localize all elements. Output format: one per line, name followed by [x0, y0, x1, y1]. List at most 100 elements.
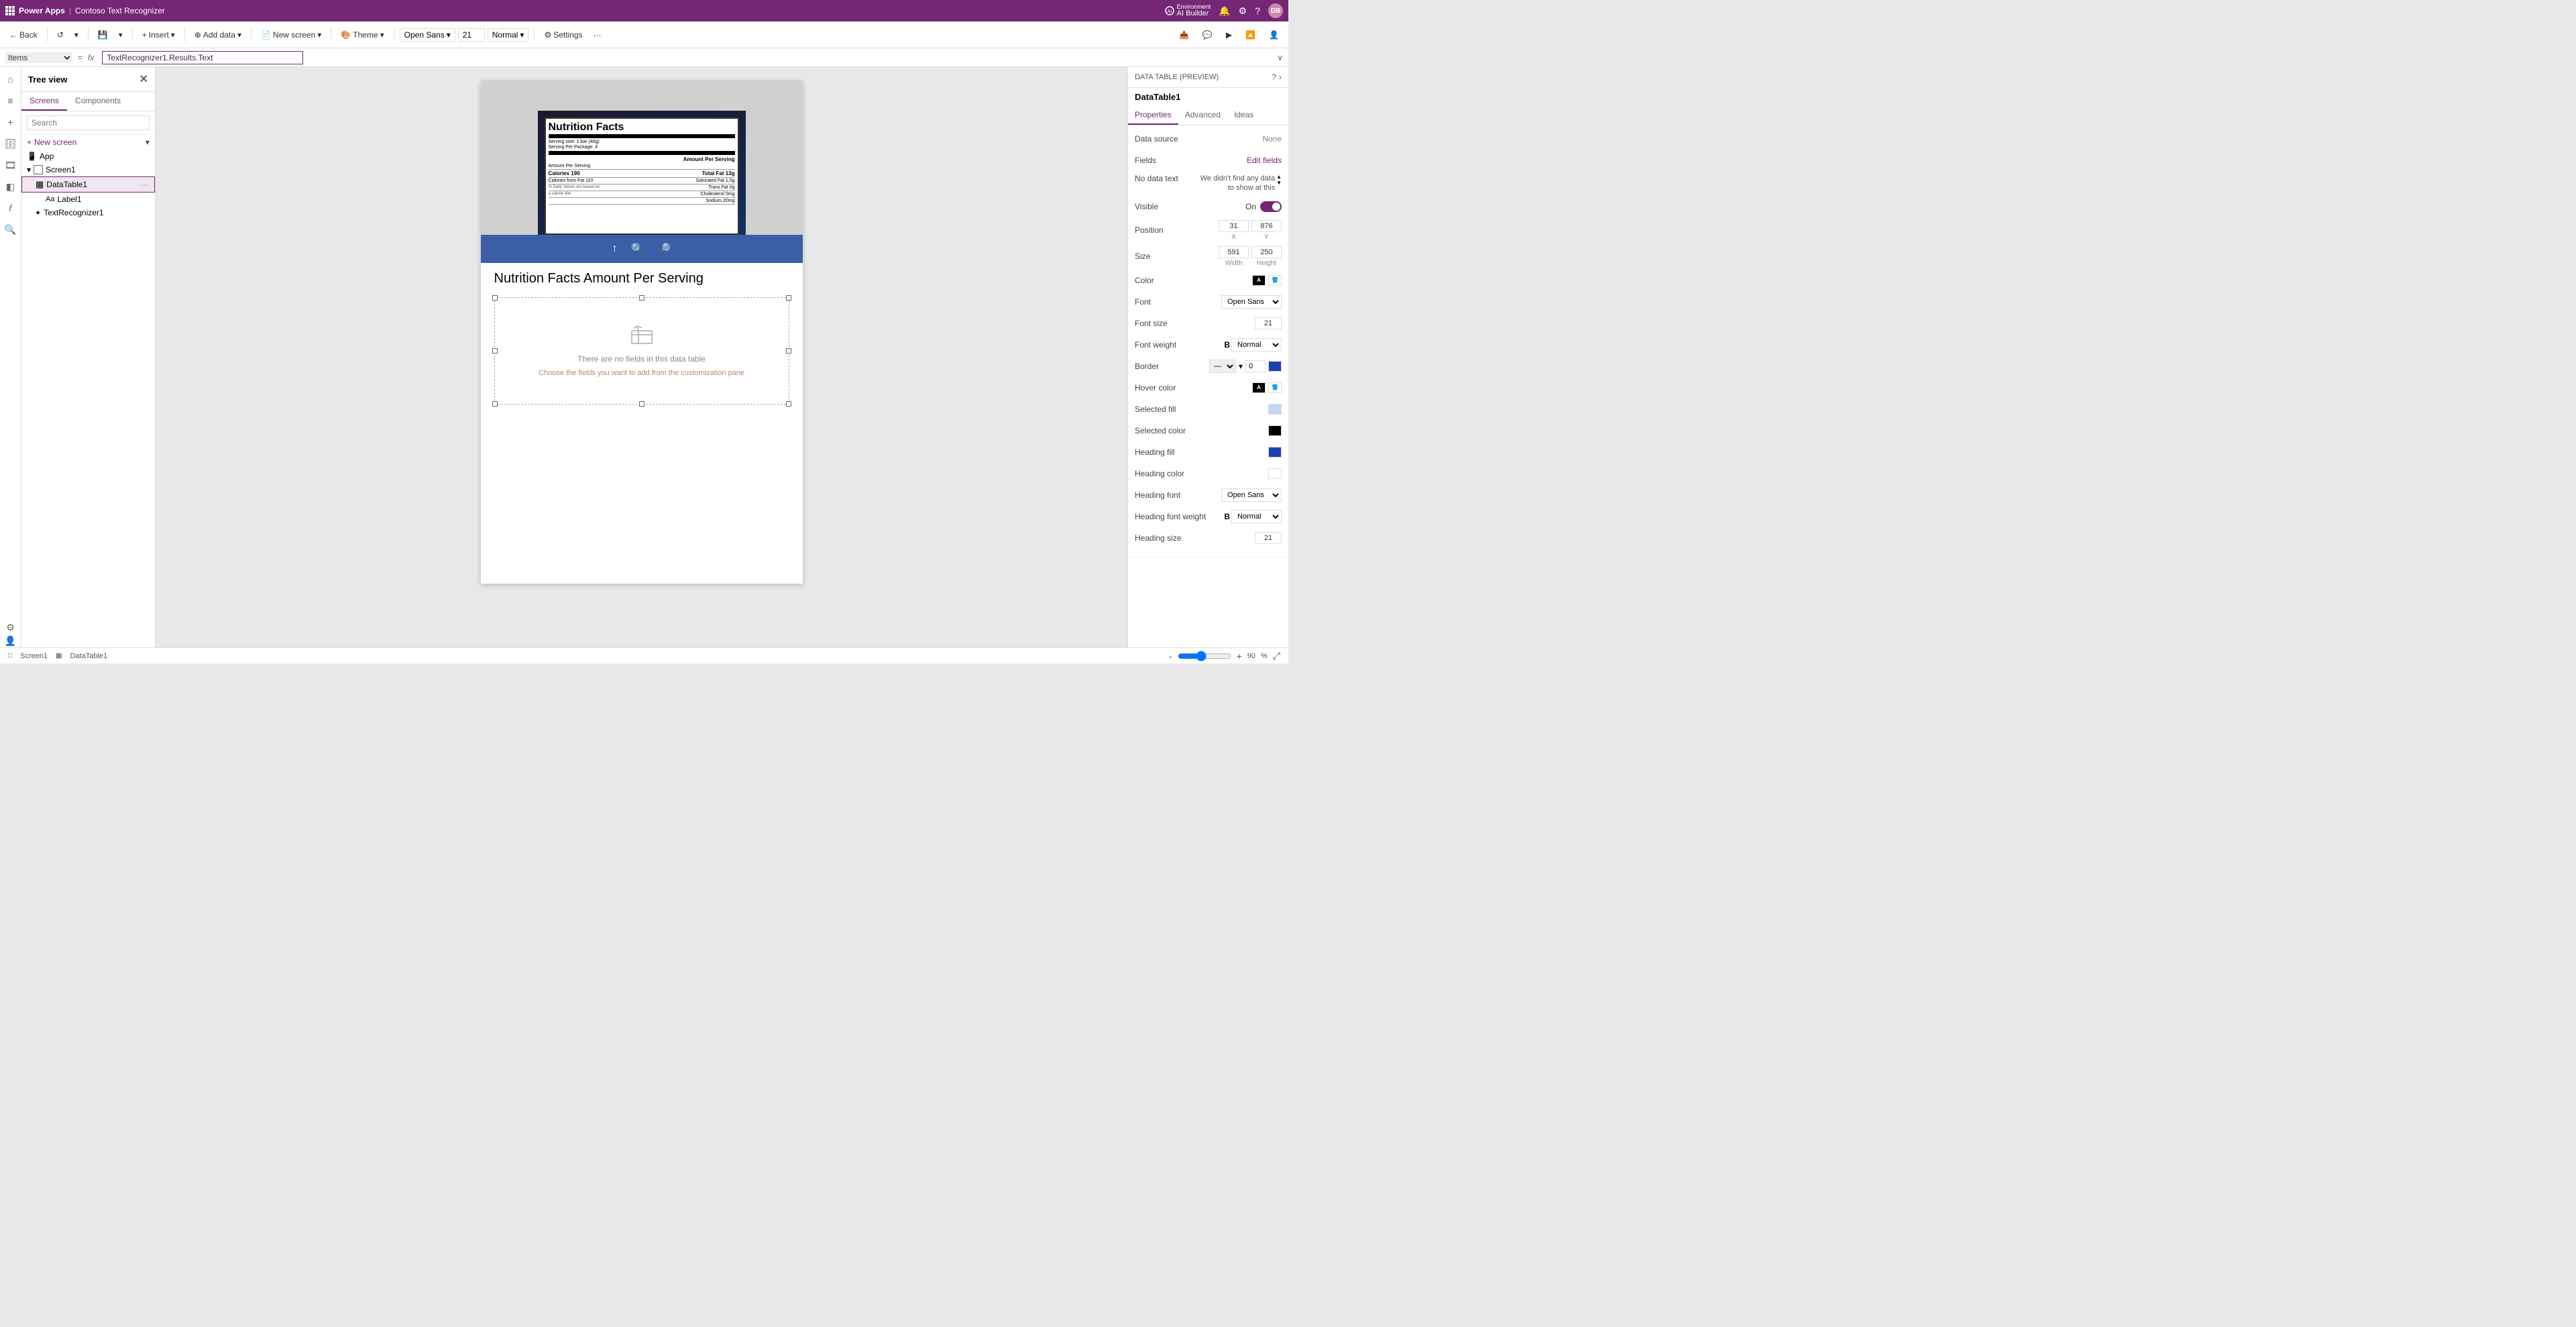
- tree-item-label1[interactable]: Aa Label1: [21, 193, 155, 206]
- image-container: Nutrition Facts Serving size: 1 bar (40g…: [481, 81, 803, 235]
- scroll-up[interactable]: ▲: [1276, 174, 1282, 180]
- save-button[interactable]: 💾: [94, 28, 112, 42]
- resize-handle-tm[interactable]: [639, 295, 645, 301]
- new-screen-button[interactable]: 📄 New screen ▾: [257, 28, 325, 42]
- formula-chevron[interactable]: ∨: [1277, 53, 1283, 62]
- zoom-plus-button[interactable]: +: [1237, 651, 1242, 661]
- width-input[interactable]: [1219, 246, 1249, 258]
- new-screen-tree-button[interactable]: + New screen ▾: [21, 135, 155, 150]
- user-icon[interactable]: 👤: [1265, 28, 1283, 42]
- grid-icon[interactable]: [5, 6, 15, 15]
- tree-item-textrecognizer1[interactable]: ✦ TextRecognizer1: [21, 206, 155, 219]
- rp-row-visible: Visible On: [1135, 199, 1282, 215]
- pos-y-input[interactable]: [1251, 220, 1282, 232]
- home-icon[interactable]: ⌂: [4, 72, 17, 86]
- zoom-in-icon[interactable]: 🔎: [658, 242, 671, 256]
- tree-icon[interactable]: ≡: [4, 94, 17, 107]
- undo-dropdown[interactable]: ▾: [70, 28, 82, 42]
- rp-tab-ideas[interactable]: Ideas: [1227, 106, 1260, 125]
- tree-item-screen1[interactable]: ▾ Screen1: [21, 163, 155, 176]
- zoom-slider[interactable]: [1178, 651, 1231, 661]
- tree-close-icon[interactable]: ✕: [139, 72, 148, 86]
- border-style-select[interactable]: —: [1209, 360, 1236, 373]
- back-button[interactable]: ← Back: [5, 28, 42, 42]
- resize-handle-mr[interactable]: [786, 348, 791, 354]
- heading-size-input[interactable]: [1255, 532, 1282, 544]
- font-weight-select[interactable]: Normal: [1231, 338, 1282, 352]
- visible-toggle[interactable]: [1260, 201, 1282, 212]
- font-dropdown[interactable]: Open Sans ▾: [400, 28, 455, 42]
- heading-font-select[interactable]: Open Sans: [1221, 488, 1282, 502]
- no-data-scrollbar: ▲ ▼: [1276, 174, 1282, 186]
- size-label: Size: [1135, 252, 1188, 261]
- font-size-dropdown[interactable]: 21: [458, 28, 485, 42]
- add-data-button[interactable]: ⊕ Add data ▾: [190, 28, 245, 42]
- resize-handle-tr[interactable]: [786, 295, 791, 301]
- publish-icon[interactable]: 🔼: [1241, 28, 1259, 42]
- formula-sidebar-icon[interactable]: 𝑓: [4, 201, 17, 215]
- tree-item-app[interactable]: 📱 App: [21, 150, 155, 163]
- settings-icon[interactable]: ⚙: [1239, 5, 1247, 17]
- color-fill-swatch[interactable]: 🪣: [1268, 275, 1282, 286]
- color-text-swatch[interactable]: A: [1252, 275, 1266, 286]
- settings-sidebar-icon[interactable]: ⚙: [4, 621, 17, 634]
- border-width-input[interactable]: [1245, 360, 1266, 372]
- screen1-status-label[interactable]: Screen1: [20, 652, 48, 660]
- tree-item-datatable1[interactable]: ▦ DataTable1 ···: [21, 176, 155, 193]
- rp-help-icon[interactable]: ?: [1272, 72, 1276, 82]
- theme-button[interactable]: 🎨 Theme ▾: [337, 28, 388, 42]
- insert-button[interactable]: + Insert ▾: [138, 28, 179, 42]
- height-input[interactable]: [1251, 246, 1282, 258]
- selected-fill-swatch[interactable]: [1268, 404, 1282, 415]
- rp-tab-properties[interactable]: Properties: [1128, 106, 1178, 125]
- resize-handle-bm[interactable]: [639, 401, 645, 407]
- resize-handle-bl[interactable]: [492, 401, 498, 407]
- media-icon[interactable]: 🎞: [4, 158, 17, 172]
- resize-handle-br[interactable]: [786, 401, 791, 407]
- share-icon[interactable]: 📤: [1175, 28, 1193, 42]
- font-weight-dropdown[interactable]: Normal ▾: [488, 28, 529, 42]
- resize-handle-tl[interactable]: [492, 295, 498, 301]
- rp-expand-icon[interactable]: ›: [1279, 72, 1282, 82]
- pos-x-input[interactable]: [1219, 220, 1249, 232]
- preview-icon[interactable]: ▶: [1222, 28, 1236, 42]
- search-sidebar-icon[interactable]: 🔍: [4, 223, 17, 236]
- heading-weight-select[interactable]: Normal: [1231, 510, 1282, 523]
- hover-fill-swatch[interactable]: 🪣: [1268, 382, 1282, 393]
- heading-color-swatch[interactable]: [1268, 468, 1282, 479]
- avatar[interactable]: DB: [1268, 3, 1283, 18]
- font-select[interactable]: Open Sans: [1221, 295, 1282, 309]
- data-table-empty[interactable]: There are no fields in this data table C…: [494, 297, 789, 405]
- insert-sidebar-icon[interactable]: +: [4, 115, 17, 129]
- user-sidebar-icon[interactable]: 👤: [4, 634, 17, 647]
- help-icon[interactable]: ?: [1255, 5, 1260, 16]
- data-icon[interactable]: 🗄: [4, 137, 17, 150]
- save-dropdown[interactable]: ▾: [115, 28, 127, 42]
- datatable1-status-label[interactable]: DataTable1: [70, 652, 107, 660]
- components-icon[interactable]: ◧: [4, 180, 17, 193]
- more-button[interactable]: ···: [590, 28, 606, 42]
- search-input[interactable]: [27, 115, 150, 130]
- zoom-minus-button[interactable]: -: [1169, 651, 1172, 661]
- tab-screens[interactable]: Screens: [21, 92, 67, 111]
- undo-button[interactable]: ↺: [53, 28, 68, 42]
- notification-icon[interactable]: 🔔: [1219, 5, 1230, 17]
- datatable-ellipsis[interactable]: ···: [139, 179, 149, 190]
- tab-components[interactable]: Components: [67, 92, 129, 111]
- formula-select[interactable]: Items: [5, 52, 72, 63]
- settings-button[interactable]: ⚙ Settings: [540, 28, 586, 42]
- zoom-fit-icon[interactable]: 🔍: [631, 242, 645, 256]
- border-color-swatch[interactable]: [1268, 361, 1282, 372]
- rp-tab-advanced[interactable]: Advanced: [1178, 106, 1227, 125]
- upload-icon[interactable]: ↑: [612, 243, 618, 255]
- selected-color-swatch[interactable]: [1268, 425, 1282, 436]
- heading-fill-swatch[interactable]: [1268, 447, 1282, 458]
- resize-handle-ml[interactable]: [492, 348, 498, 354]
- expand-button[interactable]: ⤢: [1273, 650, 1280, 661]
- scroll-down[interactable]: ▼: [1276, 180, 1282, 186]
- comment-icon[interactable]: 💬: [1198, 28, 1217, 42]
- hover-text-swatch[interactable]: A: [1252, 382, 1266, 393]
- font-size-input[interactable]: [1255, 317, 1282, 329]
- formula-input[interactable]: [102, 51, 303, 64]
- fields-edit-link[interactable]: Edit fields: [1247, 156, 1282, 165]
